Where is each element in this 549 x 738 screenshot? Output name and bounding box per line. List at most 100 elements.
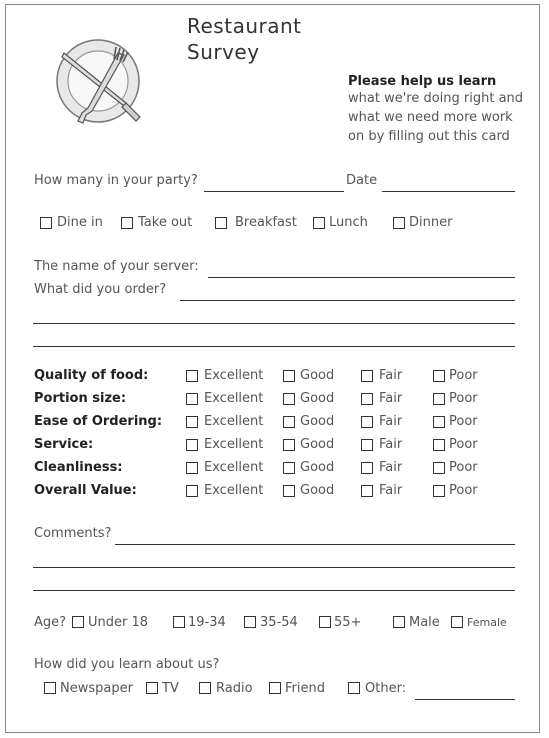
other-field[interactable] — [415, 699, 515, 700]
portion-size-good-checkbox[interactable] — [283, 393, 295, 405]
party-size-label: How many in your party? — [34, 173, 198, 188]
lunch-checkbox[interactable] — [313, 217, 325, 229]
dine-in-checkbox[interactable] — [40, 217, 52, 229]
cleanliness-fair-checkbox[interactable] — [361, 462, 373, 474]
rating-option-label: Poor — [449, 483, 478, 498]
tagline-heading: Please help us learn — [348, 74, 497, 89]
rating-option-label: Fair — [379, 414, 403, 429]
rating-option-label: Poor — [449, 368, 478, 383]
cleanliness-excellent-checkbox[interactable] — [186, 462, 198, 474]
service-fair-checkbox[interactable] — [361, 439, 373, 451]
age-under-18-label: Under 18 — [88, 615, 149, 630]
quality-of-food-poor-checkbox[interactable] — [433, 370, 445, 382]
female-checkbox[interactable] — [451, 616, 463, 628]
server-name-label: The name of your server: — [34, 259, 199, 274]
friend-checkbox[interactable] — [269, 682, 281, 694]
rating-category-quality-of-food: Quality of food: — [34, 368, 149, 383]
tagline-line: what we're doing right and — [348, 91, 524, 106]
newspaper-checkbox[interactable] — [44, 682, 56, 694]
service-good-checkbox[interactable] — [283, 439, 295, 451]
friend-label: Friend — [285, 681, 325, 696]
portion-size-excellent-checkbox[interactable] — [186, 393, 198, 405]
other-label: Other: — [365, 681, 407, 696]
order-field-line[interactable] — [33, 346, 515, 347]
order-field[interactable] — [180, 300, 515, 301]
service-poor-checkbox[interactable] — [433, 439, 445, 451]
comments-field[interactable] — [115, 544, 515, 545]
rating-option-label: Good — [300, 391, 335, 406]
overall-value-fair-checkbox[interactable] — [361, 485, 373, 497]
ease-of-ordering-excellent-checkbox[interactable] — [186, 416, 198, 428]
rating-option-label: Poor — [449, 391, 478, 406]
rating-option-label: Fair — [379, 483, 403, 498]
rating-option-label: Excellent — [204, 460, 264, 475]
overall-value-poor-checkbox[interactable] — [433, 485, 445, 497]
rating-option-label: Good — [300, 414, 335, 429]
dinner-checkbox[interactable] — [393, 217, 405, 229]
rating-option-label: Good — [300, 460, 335, 475]
rating-category-portion-size: Portion size: — [34, 391, 127, 406]
portion-size-fair-checkbox[interactable] — [361, 393, 373, 405]
rating-option-label: Fair — [379, 437, 403, 452]
age-55-plus-checkbox[interactable] — [319, 616, 331, 628]
age-55-plus-label: 55+ — [334, 615, 362, 630]
overall-value-excellent-checkbox[interactable] — [186, 485, 198, 497]
rating-option-label: Excellent — [204, 483, 264, 498]
age-label: Age? — [34, 615, 67, 630]
date-field[interactable] — [382, 191, 515, 192]
rating-category-ease-of-ordering: Ease of Ordering: — [34, 414, 163, 429]
rating-option-label: Excellent — [204, 414, 264, 429]
rating-option-label: Poor — [449, 437, 478, 452]
order-label: What did you order? — [34, 282, 167, 297]
rating-option-label: Fair — [379, 368, 403, 383]
quality-of-food-fair-checkbox[interactable] — [361, 370, 373, 382]
rating-category-service: Service: — [34, 437, 94, 452]
cleanliness-good-checkbox[interactable] — [283, 462, 295, 474]
female-label: Female — [467, 616, 507, 629]
source-question: How did you learn about us? — [34, 657, 220, 672]
dinner-label: Dinner — [409, 215, 453, 230]
service-excellent-checkbox[interactable] — [186, 439, 198, 451]
age-35-54-checkbox[interactable] — [244, 616, 256, 628]
portion-size-poor-checkbox[interactable] — [433, 393, 445, 405]
party-size-field[interactable] — [204, 191, 344, 192]
rating-category-cleanliness: Cleanliness: — [34, 460, 123, 475]
order-field-line[interactable] — [33, 323, 515, 324]
age-under-18-checkbox[interactable] — [72, 616, 84, 628]
breakfast-checkbox[interactable] — [215, 217, 227, 229]
take-out-checkbox[interactable] — [121, 217, 133, 229]
rating-option-label: Fair — [379, 460, 403, 475]
date-label: Date — [346, 173, 378, 188]
rating-option-label: Fair — [379, 391, 403, 406]
server-name-field[interactable] — [208, 277, 515, 278]
male-checkbox[interactable] — [393, 616, 405, 628]
tv-checkbox[interactable] — [146, 682, 158, 694]
lunch-label: Lunch — [329, 215, 368, 230]
ease-of-ordering-fair-checkbox[interactable] — [361, 416, 373, 428]
age-19-34-checkbox[interactable] — [173, 616, 185, 628]
comments-field-line[interactable] — [33, 567, 515, 568]
tagline-line: what we need more work — [348, 110, 513, 125]
rating-option-label: Good — [300, 368, 335, 383]
quality-of-food-good-checkbox[interactable] — [283, 370, 295, 382]
comments-field-line[interactable] — [33, 590, 515, 591]
rating-category-overall-value: Overall Value: — [34, 483, 137, 498]
take-out-label: Take out — [138, 215, 193, 230]
rating-option-label: Excellent — [204, 391, 264, 406]
overall-value-good-checkbox[interactable] — [283, 485, 295, 497]
radio-checkbox[interactable] — [199, 682, 211, 694]
breakfast-label: Breakfast — [235, 215, 297, 230]
ease-of-ordering-good-checkbox[interactable] — [283, 416, 295, 428]
cleanliness-poor-checkbox[interactable] — [433, 462, 445, 474]
ease-of-ordering-poor-checkbox[interactable] — [433, 416, 445, 428]
rating-option-label: Good — [300, 483, 335, 498]
quality-of-food-excellent-checkbox[interactable] — [186, 370, 198, 382]
rating-option-label: Poor — [449, 460, 478, 475]
rating-option-label: Excellent — [204, 368, 264, 383]
other-checkbox[interactable] — [348, 682, 360, 694]
survey-title-line2: Survey — [187, 40, 260, 64]
newspaper-label: Newspaper — [60, 681, 133, 696]
tagline-line: on by filling out this card — [348, 129, 510, 144]
age-19-34-label: 19-34 — [188, 615, 226, 630]
dine-in-label: Dine in — [57, 215, 103, 230]
